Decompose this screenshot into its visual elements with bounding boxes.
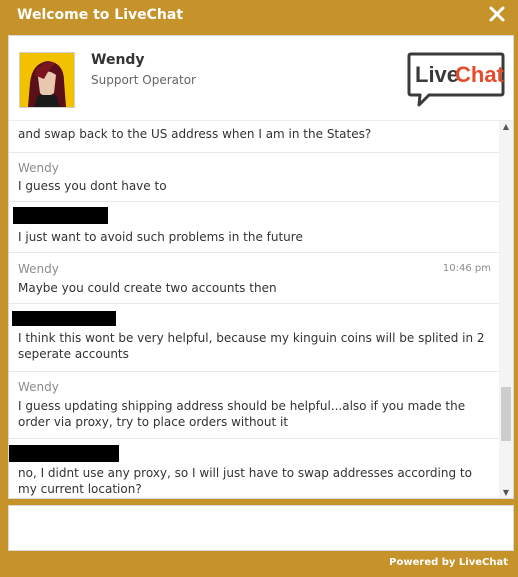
chat-panel: Wendy Support Operator Live Chat and swa… (8, 35, 514, 499)
message-item: and swap back to the US address when I a… (9, 121, 501, 153)
message-text: I guess updating shipping address should… (18, 399, 466, 429)
svg-text:Chat: Chat (455, 62, 505, 87)
message-item: Wendy I guess updating shipping address … (9, 372, 501, 439)
scroll-thumb[interactable] (501, 387, 511, 441)
agent-name: Wendy (91, 52, 145, 68)
message-item: no, I didnt use any proxy, so I will jus… (9, 439, 501, 498)
redacted-author (12, 311, 116, 326)
title-bar: Welcome to LiveChat (0, 0, 518, 32)
message-item: I think this wont be very helpful, becau… (9, 304, 501, 372)
redacted-author (9, 445, 119, 462)
chat-window: Welcome to LiveChat Wendy Support Operat… (0, 0, 518, 577)
message-item: Wendy 10:46 pm Maybe you could create tw… (9, 253, 501, 304)
message-text: no, I didnt use any proxy, so I will jus… (18, 466, 472, 496)
powered-by-label[interactable]: Powered by LiveChat (389, 557, 508, 568)
message-text: I think this wont be very helpful, becau… (18, 331, 485, 361)
redacted-author (13, 207, 108, 224)
agent-role: Support Operator (91, 73, 196, 87)
svg-text:Live: Live (415, 62, 459, 87)
message-author: Wendy (18, 262, 59, 276)
message-input-box[interactable] (8, 505, 514, 551)
scroll-up-arrow-icon[interactable]: ▲ (499, 121, 513, 133)
message-item: I just want to avoid such problems in th… (9, 202, 501, 253)
message-text: and swap back to the US address when I a… (18, 127, 372, 141)
message-author: Wendy (18, 161, 59, 175)
message-text: I just want to avoid such problems in th… (18, 230, 303, 244)
message-input[interactable] (9, 506, 513, 550)
scroll-down-arrow-icon[interactable]: ▼ (499, 487, 513, 498)
close-icon[interactable] (486, 3, 508, 25)
avatar-image (20, 53, 74, 107)
livechat-logo: Live Chat (407, 52, 505, 107)
message-text: Maybe you could create two accounts then (18, 281, 277, 295)
agent-header: Wendy Support Operator Live Chat (9, 36, 513, 121)
message-item: Wendy I guess you dont have to (9, 153, 501, 202)
message-text: I guess you dont have to (18, 179, 167, 193)
message-scrollbar[interactable]: ▲ ▼ (499, 121, 513, 498)
window-title: Welcome to LiveChat (17, 7, 184, 23)
avatar (19, 52, 75, 108)
message-list: and swap back to the US address when I a… (9, 121, 501, 498)
message-author: Wendy (18, 380, 59, 394)
message-timestamp: 10:46 pm (442, 263, 491, 274)
